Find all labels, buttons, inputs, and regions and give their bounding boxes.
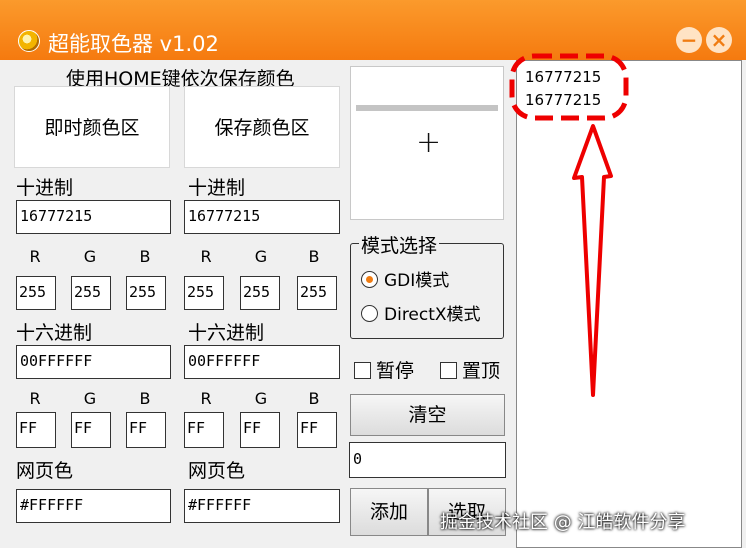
mode-option-gdi-label: GDI模式 [384, 271, 450, 291]
live-color-box: 即时颜色区 [14, 86, 170, 168]
saved-hex-field[interactable]: 00FFFFFF [184, 345, 340, 379]
saved-b-dec-field[interactable]: 255 [297, 276, 337, 310]
live-g-hex-label: G [83, 389, 97, 408]
pause-checkbox[interactable]: 暂停 [354, 356, 414, 383]
topmost-checkbox[interactable]: 置顶 [440, 356, 500, 383]
window-title: 超能取色器 v1.02 [48, 32, 219, 56]
app-logo-icon [18, 30, 40, 52]
minimize-icon[interactable]: − [676, 27, 702, 53]
saved-b-hex-field[interactable]: FF [297, 412, 337, 448]
saved-hex-label: 十六进制 [188, 322, 265, 344]
counter-field[interactable]: 0 [349, 442, 506, 478]
live-hex-label: 十六进制 [16, 322, 93, 344]
live-decimal-field[interactable]: 16777215 [16, 200, 171, 234]
mode-group-title: 模式选择 [359, 231, 440, 258]
radio-checked-icon[interactable] [361, 271, 378, 288]
saved-r-dec-field[interactable]: 255 [184, 276, 224, 310]
saved-r-label: R [200, 247, 212, 266]
live-g-hex-field[interactable]: FF [71, 412, 111, 448]
mode-option-directx-label: DirectX模式 [384, 305, 481, 325]
live-b-dec-field[interactable]: 255 [126, 276, 166, 310]
watermark: 掘金技术社区 @ 江皓软件分享 [440, 512, 686, 533]
saved-g-hex-label: G [254, 389, 268, 408]
live-r-label: R [29, 247, 41, 266]
mode-group: 模式选择 GDI模式 DirectX模式 [350, 231, 504, 339]
mode-option-gdi[interactable]: GDI模式 [361, 266, 449, 291]
list-item[interactable]: 16777215 [525, 68, 601, 86]
saved-g-hex-field[interactable]: FF [240, 412, 280, 448]
live-g-dec-field[interactable]: 255 [71, 276, 111, 310]
live-b-hex-label: B [139, 389, 151, 408]
live-b-hex-field[interactable]: FF [126, 412, 166, 448]
saved-g-dec-field[interactable]: 255 [240, 276, 280, 310]
topmost-label: 置顶 [462, 360, 501, 382]
saved-b-hex-label: B [308, 389, 320, 408]
crosshair-icon: + [416, 125, 442, 160]
list-item[interactable]: 16777215 [525, 91, 601, 109]
live-web-field[interactable]: #FFFFFF [16, 489, 171, 523]
checkbox-icon[interactable] [354, 362, 371, 379]
color-log-list[interactable]: 16777215 16777215 [516, 60, 742, 548]
saved-decimal-field[interactable]: 16777215 [184, 200, 340, 234]
saved-web-field[interactable]: #FFFFFF [184, 489, 340, 523]
live-g-label: G [83, 247, 97, 266]
saved-r-hex-label: R [200, 389, 212, 408]
live-hex-field[interactable]: 00FFFFFF [16, 345, 171, 379]
saved-decimal-label: 十进制 [188, 177, 246, 199]
saved-g-label: G [254, 247, 268, 266]
live-r-dec-field[interactable]: 255 [16, 276, 56, 310]
close-icon[interactable]: × [706, 27, 732, 53]
live-r-hex-field[interactable]: FF [16, 412, 56, 448]
live-web-label: 网页色 [16, 460, 74, 482]
title-bar: 超能取色器 v1.02 − × [0, 0, 746, 60]
saved-web-label: 网页色 [188, 460, 246, 482]
saved-b-label: B [308, 247, 320, 266]
pause-label: 暂停 [376, 360, 415, 382]
mode-option-directx[interactable]: DirectX模式 [361, 300, 481, 325]
checkbox-icon[interactable] [440, 362, 457, 379]
live-decimal-label: 十进制 [16, 177, 74, 199]
saved-r-hex-field[interactable]: FF [184, 412, 224, 448]
saved-color-box: 保存颜色区 [184, 86, 340, 168]
live-b-label: B [139, 247, 151, 266]
radio-unchecked-icon[interactable] [361, 305, 378, 322]
clear-button[interactable]: 清空 [350, 394, 505, 436]
live-r-hex-label: R [29, 389, 41, 408]
preview-divider [356, 105, 498, 111]
add-button[interactable]: 添加 [350, 488, 428, 536]
magnifier-preview: + [350, 66, 504, 220]
